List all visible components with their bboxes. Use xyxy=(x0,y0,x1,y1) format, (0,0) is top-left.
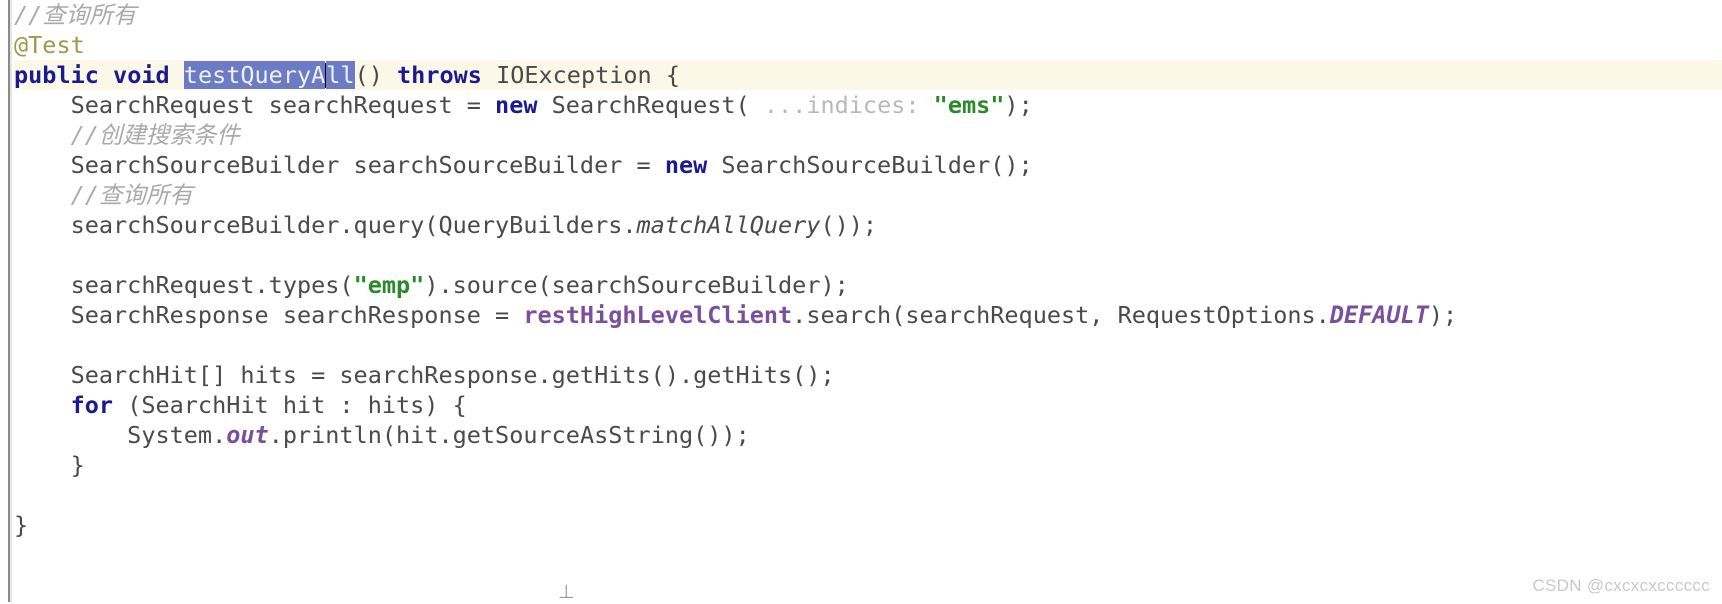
code-token-cmt: //创建搜索条件 xyxy=(14,121,240,149)
code-token-plain: SearchSourceBuilder searchSourceBuilder … xyxy=(14,151,665,179)
code-token-cmt: //查询所有 xyxy=(14,1,137,29)
code-token-staticm: matchAllQuery xyxy=(636,211,821,239)
code-line[interactable] xyxy=(14,240,1722,270)
code-editor[interactable]: //查询所有 @Test public void testQueryAll() th… xyxy=(0,0,1722,603)
stray-glyph: ⊥ xyxy=(558,582,575,603)
code-token-plain: } xyxy=(14,451,85,479)
code-line[interactable]: searchRequest.types("emp").source(search… xyxy=(14,270,1722,300)
code-token-sel: testQueryA xyxy=(183,61,326,89)
code-line[interactable]: //创建搜索条件 xyxy=(14,120,1722,150)
code-token-plain: .search(searchRequest, RequestOptions. xyxy=(792,301,1330,329)
code-token-str: "ems" xyxy=(933,91,1005,119)
code-token-kw: for xyxy=(70,391,114,419)
code-token-plain: SearchRequest searchRequest = xyxy=(14,91,496,119)
code-line[interactable]: } xyxy=(14,450,1722,480)
code-line[interactable] xyxy=(14,330,1722,360)
code-token-plain: SearchResponse searchResponse = xyxy=(14,301,524,329)
code-token-hint: ...indices: xyxy=(749,91,920,119)
code-token-plain: } xyxy=(14,511,29,539)
code-line[interactable]: //查询所有 xyxy=(14,0,1722,30)
code-token-plain: .println(hit.getSourceAsString()); xyxy=(268,421,750,449)
code-line[interactable]: } xyxy=(14,510,1722,540)
code-token-plain: IOException { xyxy=(481,61,680,89)
code-token-plain: System. xyxy=(14,421,227,449)
code-token-str: "emp" xyxy=(353,271,425,299)
code-line[interactable]: SearchResponse searchResponse = restHigh… xyxy=(14,300,1722,330)
editor-gutter-divider xyxy=(10,0,12,602)
code-token-cmt: //查询所有 xyxy=(14,181,193,209)
code-token-kw: new xyxy=(664,151,708,179)
code-line[interactable]: //查询所有 xyxy=(14,180,1722,210)
code-token-constant: DEFAULT xyxy=(1329,301,1429,329)
editor-gutter-fold-bar[interactable] xyxy=(0,0,10,602)
code-token-kw: new xyxy=(495,91,538,119)
code-token-constant: out xyxy=(226,421,269,449)
code-line[interactable]: SearchSourceBuilder searchSourceBuilder … xyxy=(14,150,1722,180)
code-token-plain: searchSourceBuilder.query(QueryBuilders. xyxy=(14,211,637,239)
code-token-sel: ll xyxy=(326,61,355,89)
code-token-plain: (SearchHit hit : hits) { xyxy=(113,391,467,419)
code-token-kw: void xyxy=(113,61,170,89)
code-token-plain: SearchRequest( xyxy=(537,91,750,119)
code-token-anno: @Test xyxy=(14,31,85,59)
code-content[interactable]: //查询所有 @Test public void testQueryAll() th… xyxy=(14,0,1722,602)
code-line[interactable]: @Test xyxy=(14,30,1722,60)
code-token-kw: throws xyxy=(397,61,482,89)
code-token-field: restHighLevelClient xyxy=(523,301,793,329)
code-line[interactable]: System.out.println(hit.getSourceAsString… xyxy=(14,420,1722,450)
code-line[interactable]: searchSourceBuilder.query(QueryBuilders.… xyxy=(14,210,1722,240)
code-token-plain: SearchHit[] hits = searchResponse.getHit… xyxy=(14,361,835,389)
code-line[interactable] xyxy=(14,480,1722,510)
code-line[interactable]: for (SearchHit hit : hits) { xyxy=(14,390,1722,420)
code-token-plain: () xyxy=(354,61,398,89)
code-token-plain: searchRequest.types( xyxy=(14,271,354,299)
code-line[interactable]: public void testQueryAll() throws IOExce… xyxy=(14,60,1722,90)
code-token-plain: ()); xyxy=(820,211,878,239)
code-line[interactable]: SearchHit[] hits = searchResponse.getHit… xyxy=(14,360,1722,390)
csdn-watermark: CSDN @cxcxcxcccccc xyxy=(1532,576,1710,595)
code-token-plain: ).source(searchSourceBuilder); xyxy=(424,271,849,299)
code-token-plain: SearchSourceBuilder(); xyxy=(707,151,1033,179)
code-line[interactable]: SearchRequest searchRequest = new Search… xyxy=(14,90,1722,120)
code-token-plain: ); xyxy=(1428,301,1458,329)
code-token-kw: public xyxy=(14,61,99,89)
code-token-plain: ); xyxy=(1004,91,1033,119)
